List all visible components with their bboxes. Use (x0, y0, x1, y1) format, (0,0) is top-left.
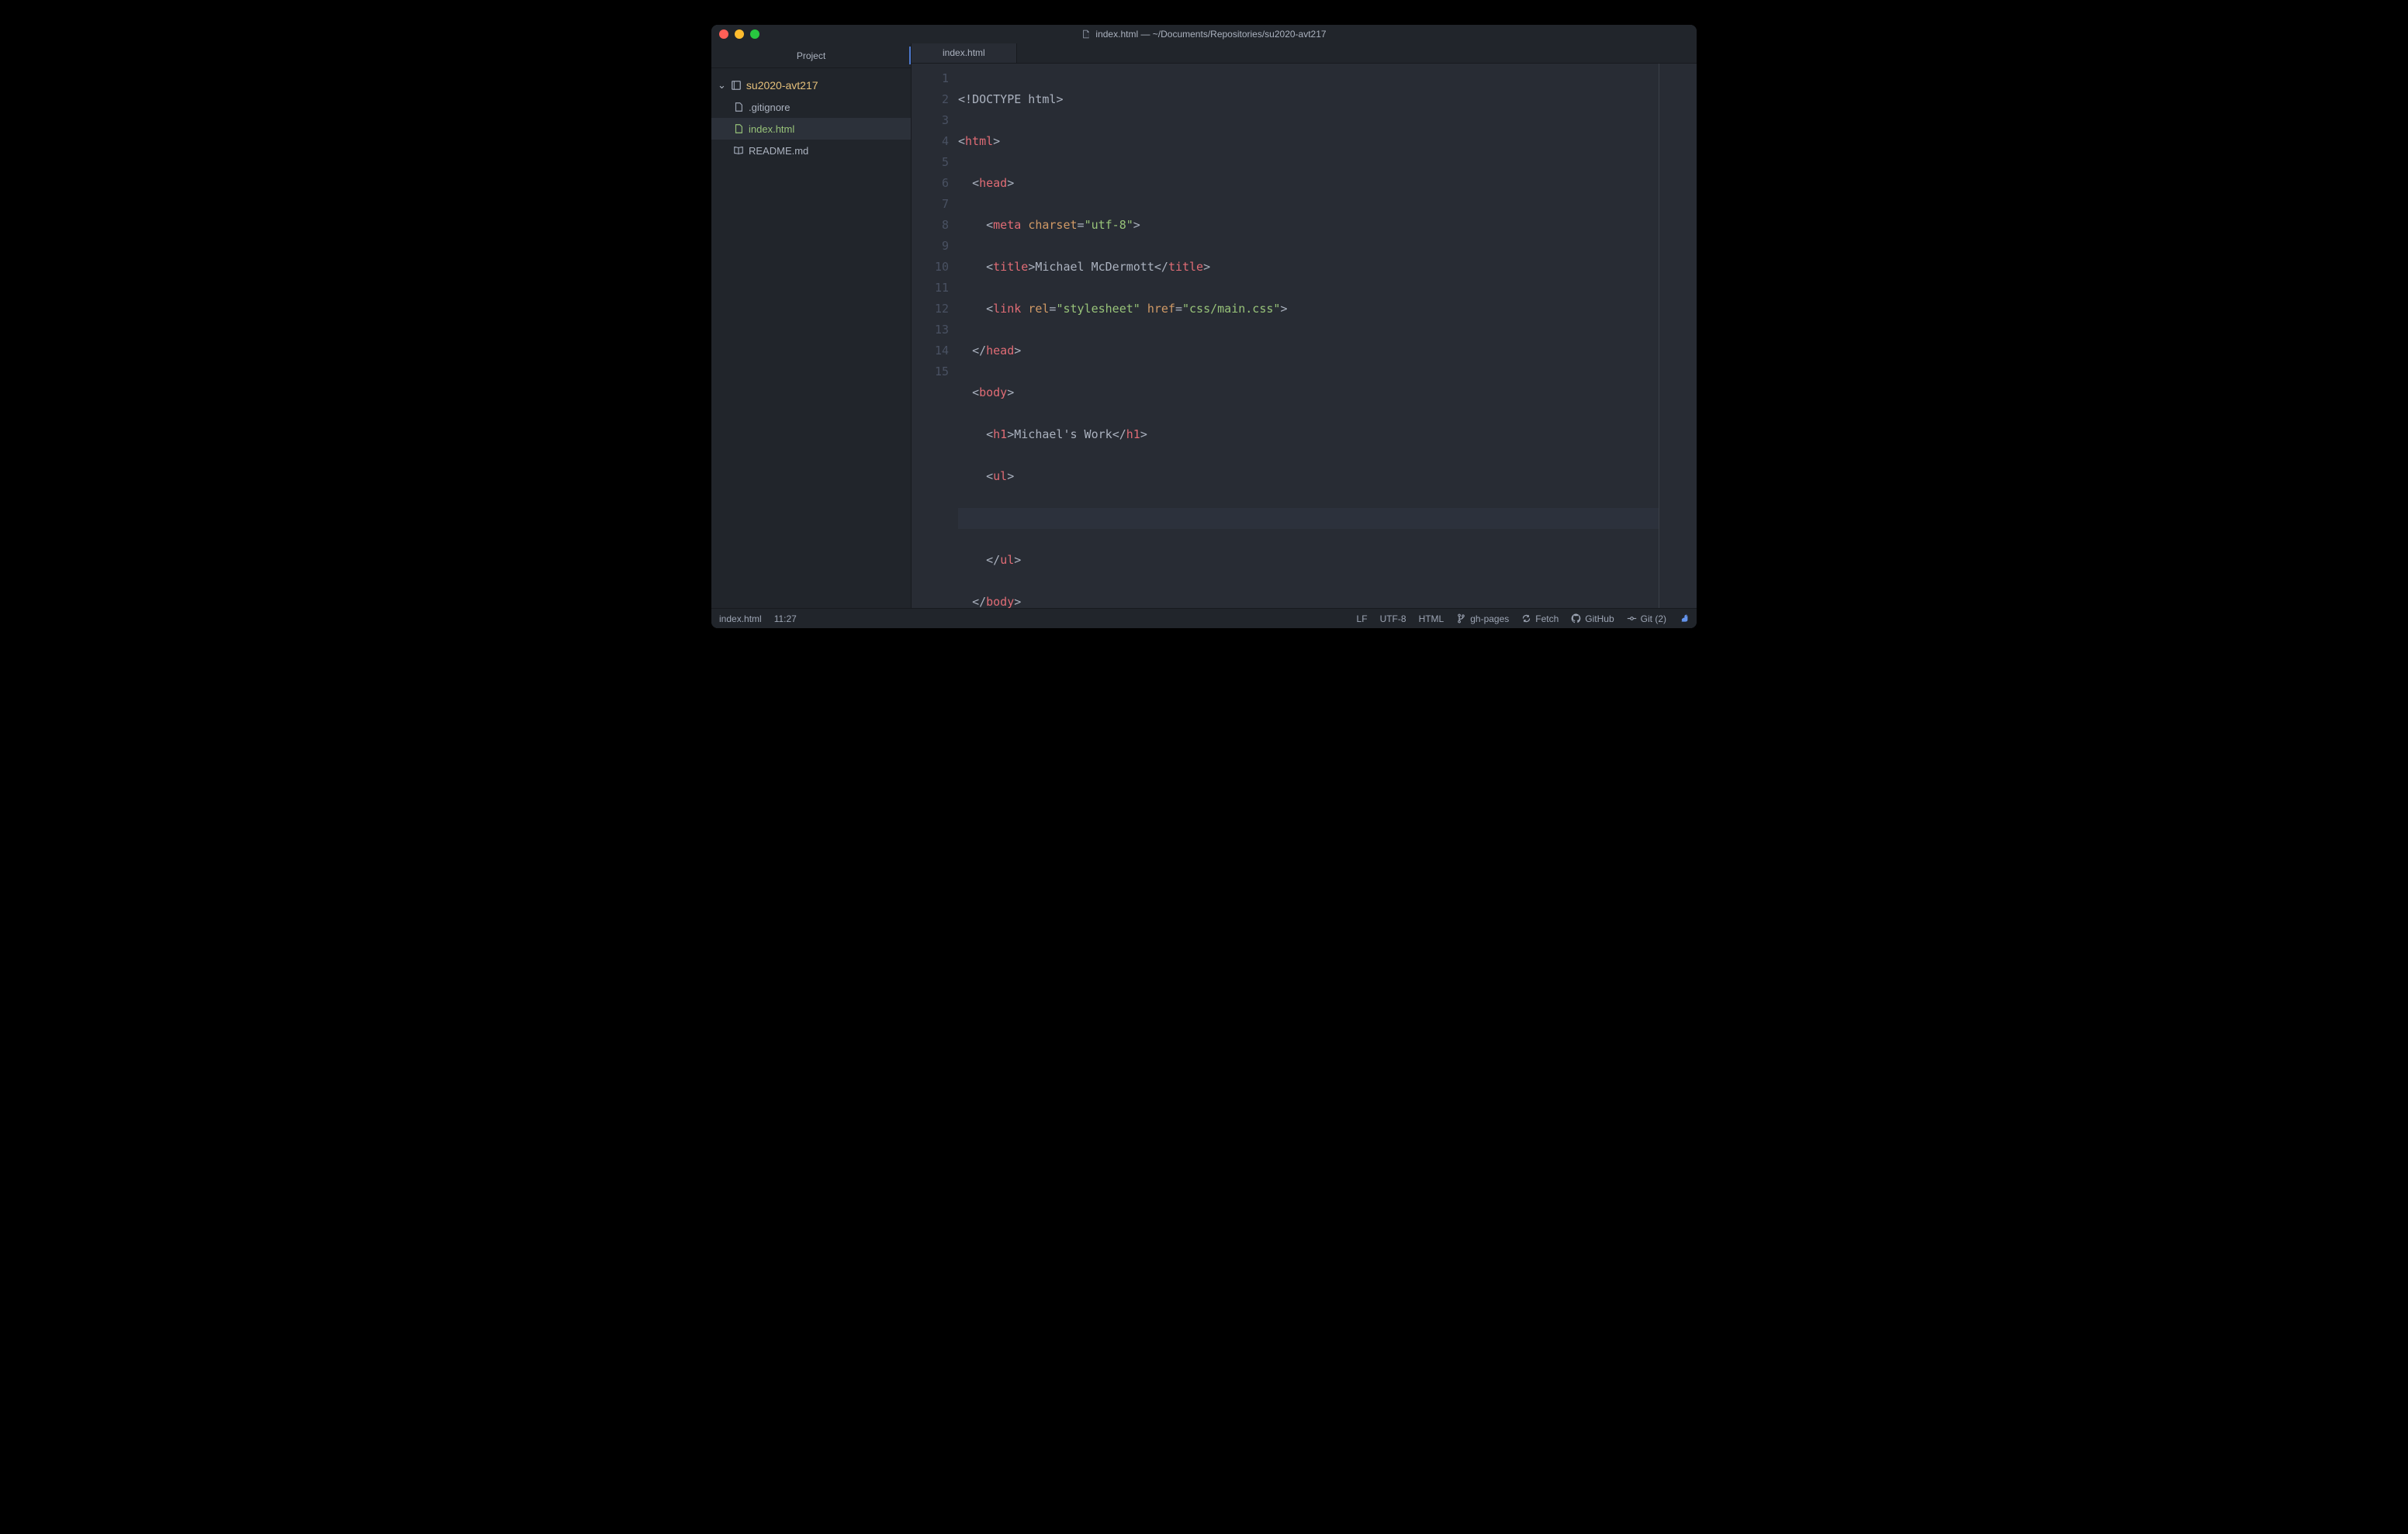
window-title: index.html — ~/Documents/Repositories/su… (1095, 29, 1326, 40)
file-icon (733, 123, 744, 134)
tree-root-label: su2020-avt217 (746, 79, 818, 92)
editor-window: index.html — ~/Documents/Repositories/su… (711, 25, 1697, 628)
tab-index-html[interactable]: index.html (912, 43, 1017, 63)
titlebar: index.html — ~/Documents/Repositories/su… (711, 25, 1697, 43)
tree-file-label: README.md (749, 145, 808, 157)
status-cursor-position[interactable]: 11:27 (774, 613, 797, 624)
sidebar-tab-project[interactable]: Project (711, 43, 911, 68)
zoom-window-button[interactable] (750, 29, 759, 39)
chevron-down-icon: ⌄ (718, 79, 726, 92)
book-icon (733, 145, 744, 156)
tree-file-readme[interactable]: README.md (711, 140, 911, 161)
repo-icon (731, 80, 742, 91)
squirrel-icon[interactable] (1679, 613, 1689, 624)
code-content[interactable]: <!DOCTYPE html> <html> <head> <meta char… (955, 64, 1659, 608)
window-controls (711, 29, 759, 39)
sidebar: Project ⌄ su2020-avt217 .gitignore (711, 43, 912, 608)
tree-file-label: index.html (749, 123, 794, 135)
close-window-button[interactable] (719, 29, 728, 39)
tree-file-gitignore[interactable]: .gitignore (711, 96, 911, 118)
tree-file-label: .gitignore (749, 102, 790, 113)
file-icon (733, 102, 744, 112)
file-tree: ⌄ su2020-avt217 .gitignore index.html (711, 68, 911, 168)
status-filename[interactable]: index.html (719, 613, 762, 624)
tab-label: index.html (943, 47, 985, 58)
editor-tabbar: index.html (912, 43, 1697, 64)
minimize-window-button[interactable] (735, 29, 744, 39)
file-icon (1081, 29, 1091, 39)
tree-file-index[interactable]: index.html (711, 118, 911, 140)
tree-root[interactable]: ⌄ su2020-avt217 (711, 74, 911, 96)
editor[interactable]: 1 2 3 4 5 6 7 8 9 10 11 12 13 14 (912, 64, 1697, 608)
line-gutter: 1 2 3 4 5 6 7 8 9 10 11 12 13 14 (912, 64, 955, 608)
